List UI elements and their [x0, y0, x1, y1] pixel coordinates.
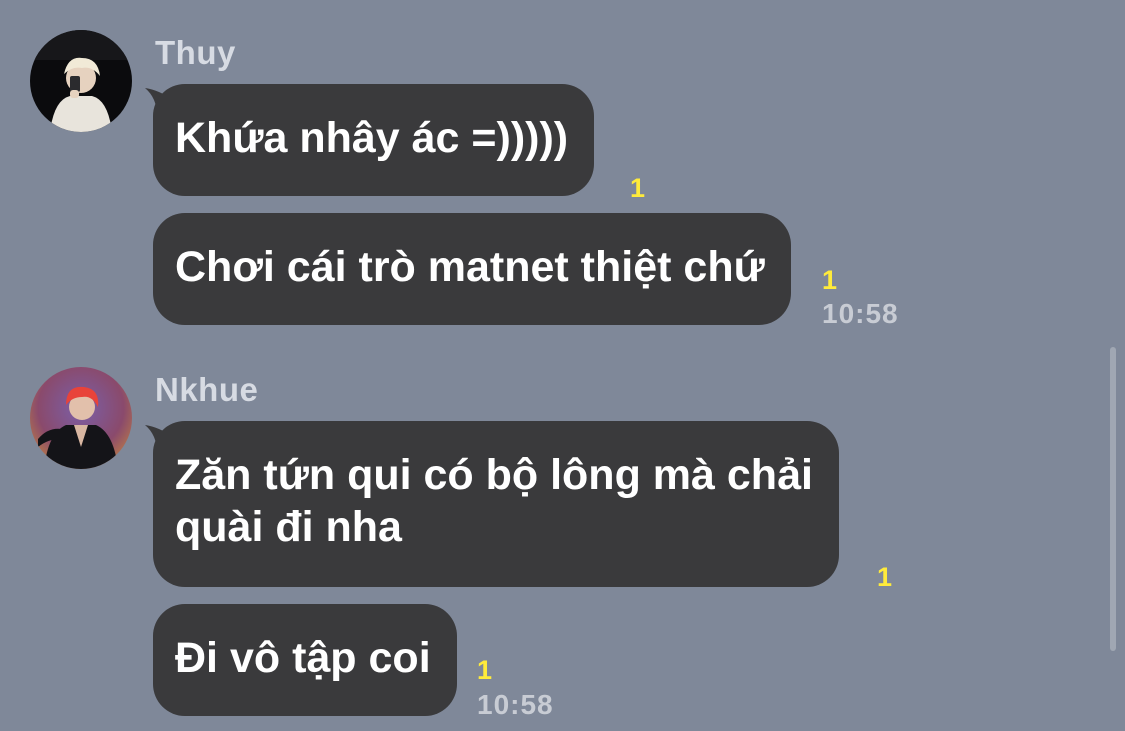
chat-view[interactable]: Thuy Khứa nhây ác =))))) 1 Chơi cái trò … [0, 0, 1125, 731]
message-timestamp: 10:58 [477, 689, 554, 720]
person-selfie-avatar-icon [30, 30, 132, 132]
unread-count: 1 [630, 173, 646, 203]
avatar-thuy[interactable] [30, 30, 132, 132]
unread-count: 1 [477, 655, 493, 685]
message-text-line: quài đi nha [175, 503, 402, 551]
person-red-hair-avatar-icon [30, 367, 132, 469]
unread-count: 1 [822, 265, 838, 295]
message-bubble[interactable]: Đi vô tập coi [153, 604, 457, 716]
message-bubble[interactable]: Khứa nhây ác =))))) [153, 84, 595, 196]
message-text-line: Zăn tứn qui có bộ lông mà chải [175, 451, 813, 499]
avatar-nkhue[interactable] [30, 367, 132, 469]
message-bubble[interactable]: Zăn tứn qui có bộ lông mà chải quài đi n… [153, 421, 839, 587]
message-text: Chơi cái trò matnet thiệt chứ [175, 243, 765, 291]
sender-name: Nkhue [155, 371, 259, 408]
message-bubble[interactable]: Chơi cái trò matnet thiệt chứ [153, 213, 791, 325]
message-timestamp: 10:58 [822, 298, 899, 329]
message-text: Đi vô tập coi [175, 634, 431, 682]
sender-name: Thuy [155, 34, 236, 71]
scrollbar[interactable] [1110, 347, 1116, 651]
message-text: Khứa nhây ác =))))) [175, 114, 569, 162]
unread-count: 1 [877, 562, 893, 592]
